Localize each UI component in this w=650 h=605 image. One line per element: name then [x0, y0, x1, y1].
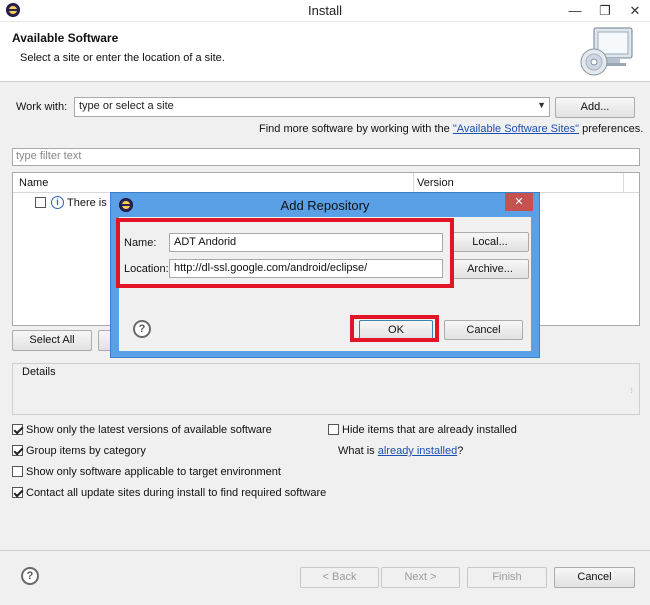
- finish-button[interactable]: Finish: [467, 567, 547, 588]
- info-icon: i: [51, 196, 64, 209]
- tree-row-checkbox[interactable]: [35, 197, 46, 208]
- tree-header: Name Version: [13, 173, 639, 193]
- work-with-placeholder: type or select a site: [79, 100, 174, 112]
- what-is-installed-text: What is already installed?: [338, 445, 464, 457]
- hide-installed-label: Hide items that are already installed: [342, 424, 517, 436]
- latest-only-label: Show only the latest versions of availab…: [26, 424, 272, 436]
- chevron-down-icon[interactable]: ▼: [537, 100, 546, 110]
- group-by-category-checkbox[interactable]: [12, 445, 23, 456]
- target-env-checkbox[interactable]: [12, 466, 23, 477]
- filter-input[interactable]: type filter text: [12, 148, 640, 166]
- dialog-close-icon[interactable]: ✕: [505, 193, 533, 211]
- details-label: Details: [20, 366, 58, 378]
- contact-sites-checkbox[interactable]: [12, 487, 23, 498]
- details-panel: Details ⁝: [12, 363, 640, 415]
- install-monitor-icon: [580, 27, 633, 76]
- available-sites-link[interactable]: "Available Software Sites": [453, 123, 579, 135]
- title-bar: Install — ❐ ✕: [0, 0, 650, 22]
- highlight-box-fields: [116, 218, 454, 288]
- target-env-label: Show only software applicable to target …: [26, 466, 281, 478]
- local-button[interactable]: Local...: [451, 232, 529, 252]
- highlight-box-ok: [350, 315, 439, 342]
- restore-icon[interactable]: ❐: [590, 0, 620, 22]
- dialog-help-icon[interactable]: ?: [133, 320, 151, 338]
- column-version[interactable]: Version: [417, 177, 454, 189]
- column-name[interactable]: Name: [19, 177, 48, 189]
- hide-installed-checkbox[interactable]: [328, 424, 339, 435]
- already-installed-link[interactable]: already installed: [378, 445, 458, 457]
- column-divider: [413, 173, 414, 193]
- next-button[interactable]: Next >: [381, 567, 460, 588]
- minimize-icon[interactable]: —: [560, 0, 590, 22]
- available-sites-hint: Find more software by working with the "…: [259, 123, 644, 135]
- archive-button[interactable]: Archive...: [451, 259, 529, 279]
- footer-divider: [0, 550, 650, 551]
- contact-sites-label: Contact all update sites during install …: [26, 487, 327, 499]
- back-button[interactable]: < Back: [300, 567, 379, 588]
- cancel-button[interactable]: Cancel: [554, 567, 635, 588]
- wizard-header: Available Software Select a site or ente…: [0, 22, 650, 82]
- work-with-combo[interactable]: type or select a site ▼: [74, 97, 550, 117]
- dialog-cancel-button[interactable]: Cancel: [444, 320, 523, 340]
- latest-only-checkbox[interactable]: [12, 424, 23, 435]
- scroll-arrows-icon[interactable]: ⁝: [630, 386, 633, 395]
- group-by-category-label: Group items by category: [26, 445, 146, 457]
- column-divider: [623, 173, 624, 193]
- page-title: Available Software: [12, 31, 119, 45]
- tree-row-label: There is n: [67, 197, 116, 209]
- select-all-button[interactable]: Select All: [12, 330, 92, 351]
- close-icon[interactable]: ✕: [620, 0, 650, 22]
- help-icon[interactable]: ?: [21, 567, 39, 585]
- dialog-title: Add Repository: [280, 198, 370, 213]
- install-window: Install — ❐ ✕ Available Software Select …: [0, 0, 650, 605]
- add-button[interactable]: Add...: [555, 97, 635, 118]
- window-title: Install: [308, 3, 342, 18]
- page-subtitle: Select a site or enter the location of a…: [20, 52, 225, 64]
- work-with-label: Work with:: [16, 101, 68, 113]
